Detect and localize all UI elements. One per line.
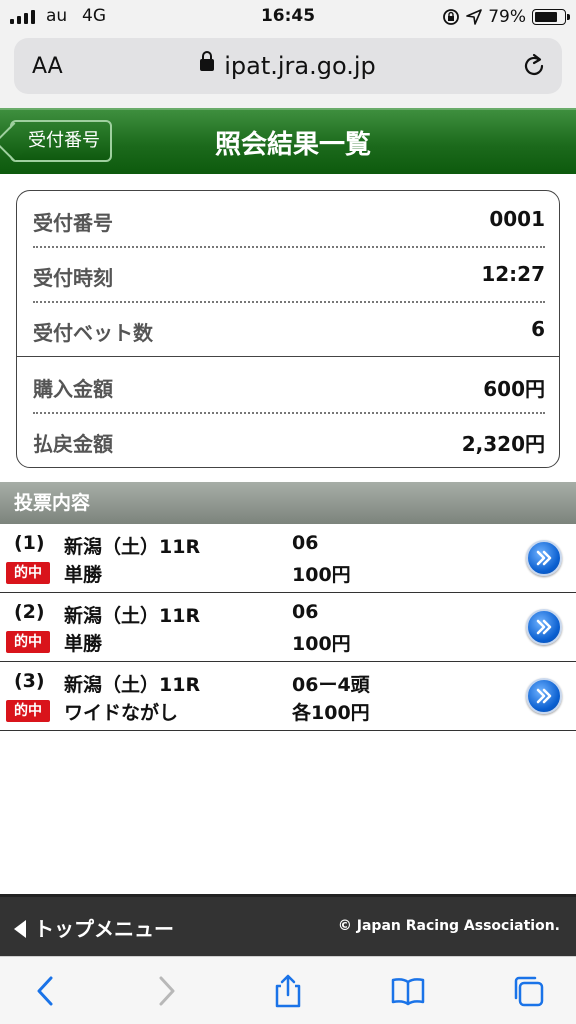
- summary-row-payout-amount: 払戻金額 2,320円: [33, 412, 545, 467]
- summary-panel: 受付番号 0001 受付時刻 12:27 受付ベット数 6 購入金額 600円 …: [16, 190, 560, 468]
- summary-value: 2,320円: [461, 432, 545, 456]
- top-menu-link[interactable]: トップメニュー: [14, 913, 174, 942]
- bet-amount: 各100円: [292, 702, 370, 724]
- page-header: 受付番号 照会結果一覧: [0, 108, 576, 174]
- address-bar[interactable]: AA ipat.jra.go.jp: [14, 38, 562, 94]
- url-host[interactable]: ipat.jra.go.jp: [224, 52, 376, 80]
- back-chevron-icon[interactable]: [28, 973, 64, 1009]
- forward-chevron-icon[interactable]: [148, 973, 184, 1009]
- top-menu-label: トップメニュー: [34, 917, 174, 941]
- bet-number: (2): [14, 601, 45, 623]
- bet-amount: 100円: [292, 633, 351, 655]
- summary-value: 12:27: [481, 262, 545, 286]
- summary-row-receipt-no: 受付番号 0001: [33, 191, 545, 246]
- bet-race: 新潟（土）11R: [64, 674, 201, 696]
- bet-race: 新潟（土）11R: [64, 536, 201, 558]
- orientation-lock-icon: [443, 9, 460, 25]
- summary-label: 受付ベット数: [33, 321, 153, 345]
- status-bar: au 4G 16:45 79%: [0, 0, 576, 34]
- bet-horse: 06ー4頭: [292, 674, 370, 696]
- detail-arrow-icon[interactable]: [526, 540, 562, 576]
- summary-row-bet-count: 受付ベット数 6: [33, 301, 545, 356]
- summary-value: 0001: [489, 207, 545, 231]
- back-triangle-icon: [14, 919, 26, 938]
- bet-row[interactable]: (3) 新潟（土）11R 06ー4頭 的中 ワイドながし 各100円: [0, 662, 576, 731]
- bet-type: 単勝: [64, 564, 103, 586]
- tabs-icon[interactable]: [510, 973, 546, 1009]
- status-right: 79%: [442, 5, 570, 29]
- lock-icon: [200, 51, 215, 71]
- copyright: © Japan Racing Association.: [337, 918, 560, 934]
- hit-badge: 的中: [6, 562, 50, 584]
- hit-badge: 的中: [6, 631, 50, 653]
- detail-arrow-icon[interactable]: [526, 609, 562, 645]
- browser-address-area: AA ipat.jra.go.jp: [0, 34, 576, 108]
- summary-value: 6: [531, 317, 545, 341]
- bet-number: (1): [14, 532, 45, 554]
- bet-horse: 06: [292, 601, 319, 623]
- summary-value: 600円: [483, 377, 545, 401]
- bet-type: ワイドながし: [64, 702, 179, 724]
- bet-type: 単勝: [64, 633, 103, 655]
- summary-label: 払戻金額: [33, 432, 113, 456]
- bet-row[interactable]: (1) 新潟（土）11R 06 的中 単勝 100円: [0, 524, 576, 593]
- hit-badge: 的中: [6, 700, 50, 722]
- bet-number: (3): [14, 670, 45, 692]
- site-footer: トップメニュー © Japan Racing Association.: [0, 894, 576, 956]
- summary-label: 購入金額: [33, 377, 113, 401]
- summary-row-receipt-time: 受付時刻 12:27: [33, 246, 545, 301]
- bet-horse: 06: [292, 532, 319, 554]
- bookmarks-icon[interactable]: [390, 973, 426, 1009]
- bet-amount: 100円: [292, 564, 351, 586]
- battery-percent: 79%: [488, 7, 526, 27]
- page-title: 照会結果一覧: [214, 130, 371, 160]
- bet-row[interactable]: (2) 新潟（土）11R 06 的中 単勝 100円: [0, 593, 576, 662]
- detail-arrow-icon[interactable]: [526, 678, 562, 714]
- battery-icon: [532, 9, 570, 25]
- browser-toolbar: [0, 956, 576, 1024]
- location-arrow-icon: [466, 9, 483, 25]
- reload-icon[interactable]: [520, 52, 548, 80]
- summary-label: 受付時刻: [33, 266, 113, 290]
- bet-race: 新潟（土）11R: [64, 605, 201, 627]
- summary-label: 受付番号: [33, 211, 113, 235]
- bet-section-header: 投票内容: [0, 482, 576, 524]
- summary-row-purchase-amount: 購入金額 600円: [33, 357, 545, 412]
- share-icon[interactable]: [270, 973, 306, 1009]
